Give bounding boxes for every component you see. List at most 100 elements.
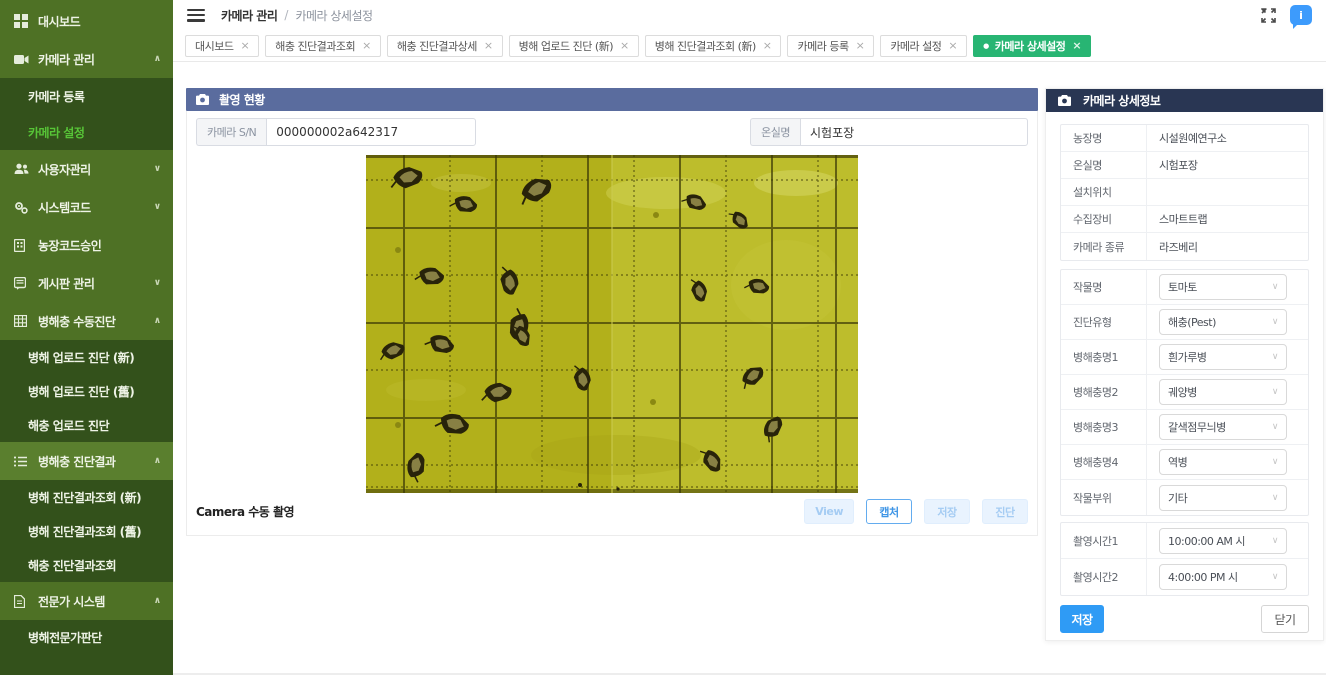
sidebar-item-system-code[interactable]: 시스템코드 ∨ <box>0 188 173 226</box>
sidebar-item-pest-manual-diagnosis[interactable]: 병해충 수동진단 ∧ <box>0 302 173 340</box>
sidebar-item-farm-code-approval[interactable]: 농장코드승인 <box>0 226 173 264</box>
tab-close-icon[interactable]: × <box>240 39 249 52</box>
sidebar-item-label: 농장코드승인 <box>38 237 161 254</box>
table-row: 병해충명2궤양병∨ <box>1061 375 1308 410</box>
capture-time-1-select[interactable]: 10:00:00 AM 시∨ <box>1159 528 1287 554</box>
capture-panel-header: 촬영 현황 <box>186 88 1038 111</box>
submenu-expert-system: 병해전문가판단 <box>0 620 173 675</box>
sidebar-item-board-management[interactable]: 게시판 관리 ∨ <box>0 264 173 302</box>
table-row: 병해충명1흰가루병∨ <box>1061 340 1308 375</box>
sidebar-item-diagnosis-results[interactable]: 병해충 진단결과 ∧ <box>0 442 173 480</box>
tab-camera-register[interactable]: 카메라 등록× <box>787 35 874 57</box>
sidebar-subitem-pest-results[interactable]: 해충 진단결과조회 <box>0 548 173 582</box>
sidebar-subitem-disease-expert-judgment[interactable]: 병해전문가판단 <box>0 620 173 654</box>
detail-panel-footer: 저장 닫기 <box>1060 605 1309 633</box>
pest-name-3-select[interactable]: 갈색점무늬병∨ <box>1159 414 1287 440</box>
chevron-down-icon: ∨ <box>1272 282 1278 292</box>
message-notification-icon[interactable]: i <box>1290 5 1312 25</box>
grid-icon <box>14 315 38 327</box>
tab-camera-detail-settings[interactable]: ●카메라 상세설정× <box>973 35 1091 57</box>
hamburger-menu-icon[interactable] <box>187 9 205 22</box>
sidebar-item-label: 게시판 관리 <box>38 275 154 292</box>
tab-close-icon[interactable]: × <box>948 39 957 52</box>
sidebar-item-camera-management[interactable]: 카메라 관리 ∧ <box>0 40 173 78</box>
sidebar-item-expert-system[interactable]: 전문가 시스템 ∧ <box>0 582 173 620</box>
tab-close-icon[interactable]: × <box>620 39 629 52</box>
sidebar-item-label: 병해충 수동진단 <box>38 313 154 330</box>
chevron-up-icon: ∧ <box>154 596 161 606</box>
main-area: 카메라 관리 / 카메라 상세설정 i 대시보드× 해충 진단결과조회× 해충 … <box>173 0 1326 675</box>
fullscreen-icon[interactable] <box>1261 8 1276 23</box>
sidebar-item-dashboard[interactable]: 대시보드 <box>0 2 173 40</box>
sidebar-subitem-pest-upload[interactable]: 해충 업로드 진단 <box>0 408 173 442</box>
dashboard-icon <box>14 14 38 28</box>
sidebar-subitem-disease-upload-new[interactable]: 병해 업로드 진단 (新) <box>0 340 173 374</box>
sidebar-item-label: 카메라 관리 <box>38 51 154 68</box>
tab-close-icon[interactable]: × <box>484 39 493 52</box>
pest-name-2-select[interactable]: 궤양병∨ <box>1159 379 1287 405</box>
users-icon <box>14 163 38 175</box>
breadcrumb-section[interactable]: 카메라 관리 <box>221 7 277 24</box>
chevron-up-icon: ∧ <box>154 316 161 326</box>
sidebar-subitem-disease-results-old[interactable]: 병해 진단결과조회 (舊) <box>0 514 173 548</box>
close-button[interactable]: 닫기 <box>1261 605 1309 633</box>
chevron-down-icon: ∨ <box>1272 387 1278 397</box>
chevron-down-icon: ∨ <box>154 164 161 174</box>
camera-sn-label: 카메라 S/N <box>196 118 266 146</box>
tab-close-icon[interactable]: × <box>763 39 772 52</box>
table-row: 온실명시험포장 <box>1061 152 1308 179</box>
sidebar-subitem-disease-results-new[interactable]: 병해 진단결과조회 (新) <box>0 480 173 514</box>
camera-info-table: 농장명시설원예연구소 온실명시험포장 설치위치 수집장비스마트트랩 카메라 종류… <box>1060 124 1309 261</box>
sidebar-subitem-disease-upload-old[interactable]: 병해 업로드 진단 (舊) <box>0 374 173 408</box>
table-row: 카메라 종류라즈베리 <box>1061 233 1308 260</box>
camera-detail-panel: 카메라 상세정보 농장명시설원예연구소 온실명시험포장 설치위치 수집장비스마트… <box>1045 88 1324 641</box>
crop-part-select[interactable]: 기타∨ <box>1159 485 1287 511</box>
tab-dashboard[interactable]: 대시보드× <box>185 35 259 57</box>
save-button[interactable]: 저장 <box>1060 605 1104 633</box>
camera-sn-input[interactable] <box>266 118 476 146</box>
chevron-up-icon: ∧ <box>154 456 161 466</box>
sidebar-subitem-camera-settings[interactable]: 카메라 설정 <box>0 114 173 150</box>
tab-pest-results[interactable]: 해충 진단결과조회× <box>265 35 381 57</box>
manual-capture-label: Camera 수동 촬영 <box>196 503 294 520</box>
tab-camera-settings[interactable]: 카메라 설정× <box>880 35 967 57</box>
board-icon <box>14 277 38 290</box>
list-icon <box>14 456 38 467</box>
tab-close-icon[interactable]: × <box>856 39 865 52</box>
table-row: 작물부위기타∨ <box>1061 480 1308 515</box>
chevron-down-icon: ∨ <box>1272 536 1278 546</box>
crop-name-select[interactable]: 토마토∨ <box>1159 274 1287 300</box>
tab-close-icon[interactable]: × <box>362 39 371 52</box>
capture-button[interactable]: 캡처 <box>866 499 912 524</box>
detail-panel-body: 농장명시설원예연구소 온실명시험포장 설치위치 수집장비스마트트랩 카메라 종류… <box>1046 112 1323 643</box>
submenu-manual-diagnosis: 병해 업로드 진단 (新) 병해 업로드 진단 (舊) 해충 업로드 진단 <box>0 340 173 442</box>
sidebar-subitem-camera-register[interactable]: 카메라 등록 <box>0 78 173 114</box>
chevron-down-icon: ∨ <box>1272 493 1278 503</box>
tab-pest-result-detail[interactable]: 해충 진단결과상세× <box>387 35 503 57</box>
diagnosis-type-select[interactable]: 해충(Pest)∨ <box>1159 309 1287 335</box>
diagnosis-settings-table: 작물명토마토∨ 진단유형해충(Pest)∨ 병해충명1흰가루병∨ 병해충명2궤양… <box>1060 269 1309 516</box>
sidebar-item-user-management[interactable]: 사용자관리 ∨ <box>0 150 173 188</box>
table-row: 촬영시간110:00:00 AM 시∨ <box>1061 523 1308 559</box>
submenu-diagnosis-results: 병해 진단결과조회 (新) 병해 진단결과조회 (舊) 해충 진단결과조회 <box>0 480 173 582</box>
save-capture-button[interactable]: 저장 <box>924 499 970 524</box>
chevron-up-icon: ∧ <box>154 54 161 64</box>
capture-time-2-select[interactable]: 4:00:00 PM 시∨ <box>1159 564 1287 590</box>
greenhouse-name-input[interactable] <box>800 118 1028 146</box>
tab-disease-upload-new[interactable]: 병해 업로드 진단 (新)× <box>509 35 639 57</box>
active-tab-dot-icon: ● <box>983 42 989 50</box>
table-row: 설치위치 <box>1061 179 1308 206</box>
view-button[interactable]: View <box>804 499 854 524</box>
sidebar-item-label: 대시보드 <box>38 13 161 30</box>
pest-name-4-select[interactable]: 역병∨ <box>1159 449 1287 475</box>
app-window: 대시보드 카메라 관리 ∧ 카메라 등록 카메라 설정 사용자관리 ∨ 시스템코… <box>0 0 1326 675</box>
greenhouse-name-label: 온실명 <box>750 118 800 146</box>
diagnose-button[interactable]: 진단 <box>982 499 1028 524</box>
video-camera-icon <box>14 54 38 65</box>
chevron-down-icon: ∨ <box>1272 317 1278 327</box>
tab-disease-results-new[interactable]: 병해 진단결과조회 (新)× <box>645 35 782 57</box>
capture-panel-footer: Camera 수동 촬영 View 캡처 저장 진단 <box>196 499 1028 524</box>
tab-bar: 대시보드× 해충 진단결과조회× 해충 진단결과상세× 병해 업로드 진단 (新… <box>173 30 1326 62</box>
tab-close-icon[interactable]: × <box>1072 39 1081 52</box>
pest-name-1-select[interactable]: 흰가루병∨ <box>1159 344 1287 370</box>
